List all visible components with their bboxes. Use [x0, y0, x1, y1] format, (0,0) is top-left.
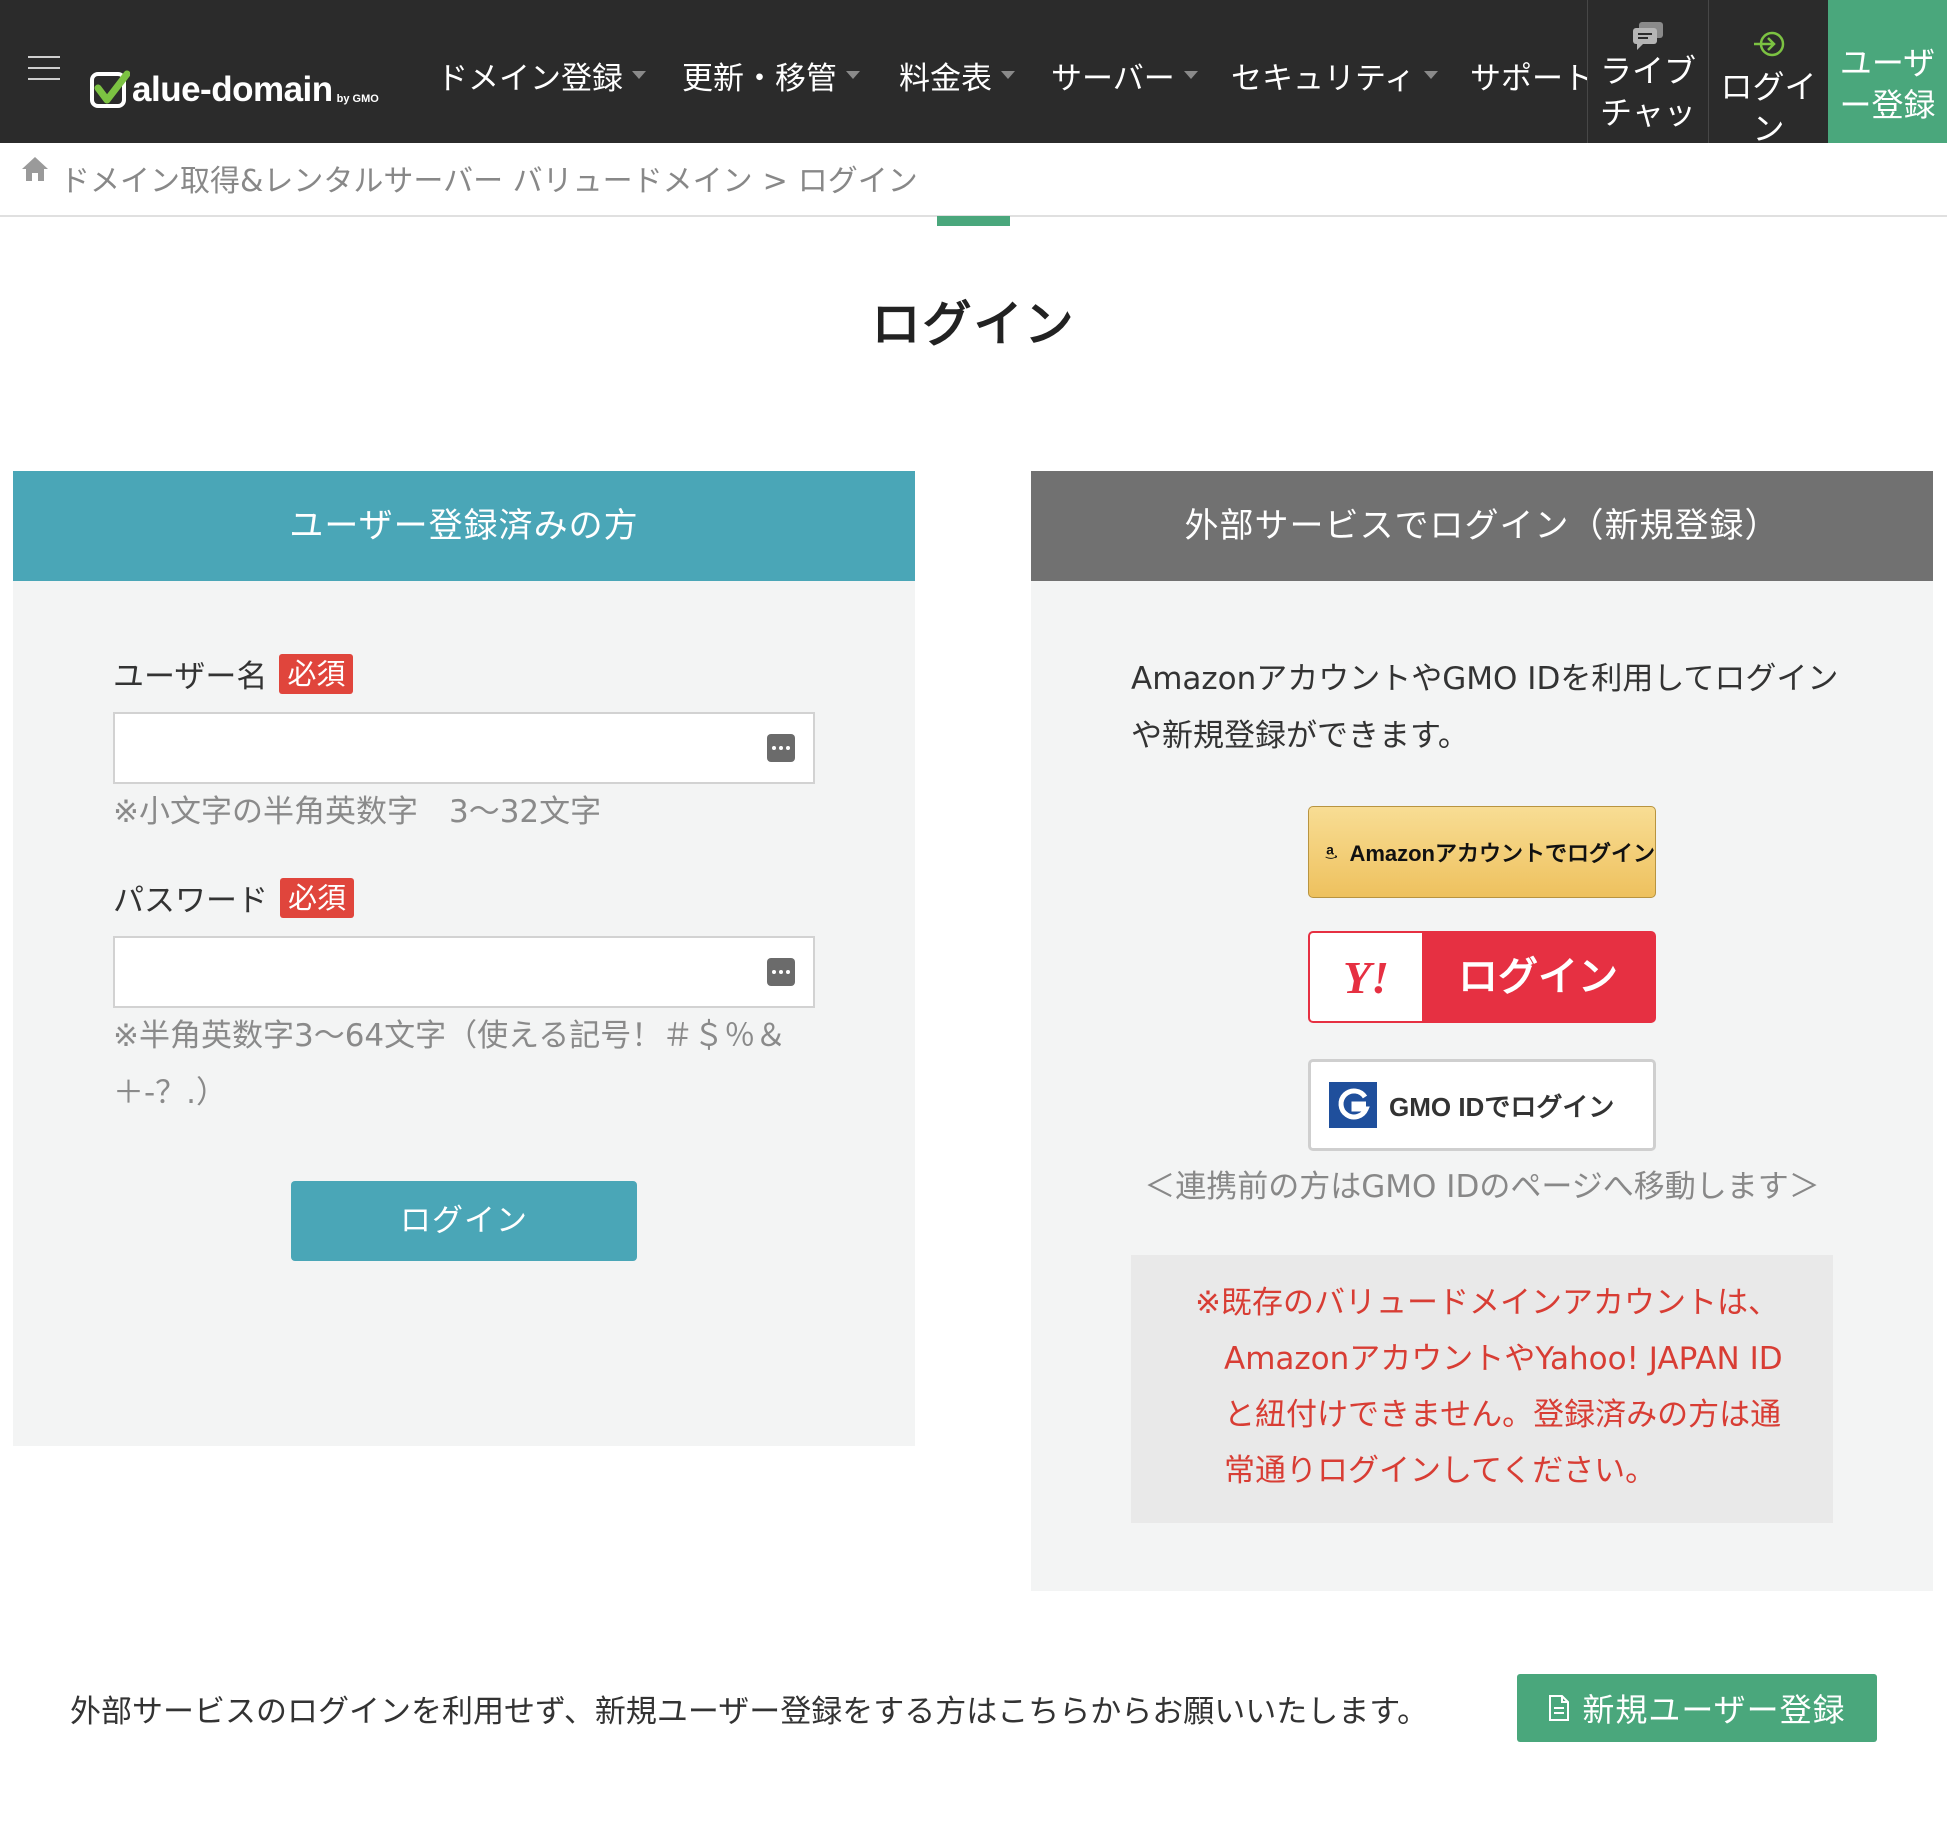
new-user-register-label: 新規ユーザー登録: [1582, 1691, 1846, 1729]
keychain-autofill-icon[interactable]: [767, 734, 795, 762]
amazon-login-label: Amazonアカウントでログイン: [1349, 841, 1655, 866]
amazon-logo-icon: a: [1325, 842, 1338, 859]
external-login-description: AmazonアカウントやGMO IDを利用してログインや新規登録ができます。: [1131, 661, 1839, 754]
registered-user-heading: ユーザー登録済みの方: [13, 471, 915, 581]
nav-label: 更新・移管: [682, 60, 837, 97]
password-hint: ※半角英数字3〜64文字（使える記号！＃＄％＆＋-？.）: [113, 1018, 787, 1111]
caret-down-icon: [632, 71, 646, 79]
login-arrow-icon: [1753, 31, 1784, 57]
live-chat-button[interactable]: ライブチャッ: [1587, 0, 1708, 143]
live-chat-label: ライブチャッ: [1599, 52, 1696, 132]
warning-text-body: AmazonアカウントやYahoo! JAPAN IDと紐付けできません。登録済…: [1224, 1341, 1783, 1489]
caret-down-icon: [846, 71, 860, 79]
breadcrumb-trail: ドメイン取得&レンタルサーバー バリュードメイン > ログイン: [60, 156, 918, 200]
caret-down-icon: [1001, 71, 1015, 79]
username-hint: ※小文字の半角英数字 3〜32文字: [113, 794, 602, 830]
nav-security[interactable]: セキュリティ: [1231, 50, 1439, 100]
gmo-id-login-button[interactable]: GMO IDでログイン: [1308, 1059, 1656, 1151]
warning-text-first-line: ※既存のバリュードメインアカウントは、: [1195, 1285, 1779, 1321]
nav-label: 料金表: [899, 60, 992, 97]
nav-support[interactable]: サポート: [1470, 50, 1587, 100]
breadcrumb-separator: >: [762, 164, 788, 199]
breadcrumb: ドメイン取得&レンタルサーバー バリュードメイン > ログイン: [0, 143, 1947, 217]
amazon-login-button[interactable]: a Amazonアカウントでログイン: [1308, 806, 1656, 898]
nav-renew-transfer[interactable]: 更新・移管: [682, 50, 860, 100]
yahoo-login-button[interactable]: Y! ログイン: [1308, 931, 1656, 1023]
gmo-id-redirect-note: ＜連携前の方はGMO IDのページへ移動します＞: [1144, 1169, 1820, 1205]
svg-text:a: a: [1326, 842, 1334, 857]
required-badge: 必須: [280, 877, 355, 918]
new-user-register-button[interactable]: 新規ユーザー登録: [1517, 1674, 1877, 1742]
password-label: パスワード: [113, 883, 268, 919]
home-icon[interactable]: [20, 155, 50, 183]
caret-down-icon: [1183, 71, 1198, 79]
yahoo-logo-icon: Y!: [1310, 933, 1422, 1021]
header-login-label: ログイン: [1720, 68, 1817, 143]
chat-bubble-icon: [1633, 22, 1663, 50]
breadcrumb-accent-bar: [937, 216, 1010, 226]
nav-label: ドメイン登録: [437, 60, 623, 97]
header-login-button[interactable]: ログイン: [1708, 0, 1828, 143]
top-navigation-bar: alue-domain by GMO ドメイン登録 更新・移管 料金表 サーバー…: [0, 0, 1947, 143]
nav-domain-register[interactable]: ドメイン登録: [437, 50, 646, 100]
login-submit-button[interactable]: ログイン: [291, 1181, 637, 1261]
keychain-autofill-icon[interactable]: [767, 958, 795, 986]
nav-label: セキュリティ: [1231, 60, 1416, 97]
logo-wordmark: alue-domain: [132, 70, 333, 109]
new-registration-prompt: 外部サービスのログインを利用せず、新規ユーザー登録をする方はこちらからお願いいた…: [70, 1694, 1429, 1730]
registered-user-panel: ユーザー登録済みの方 ユーザー名 必須 ※小文字の半角英数字 3〜32文字 パス…: [13, 471, 915, 1446]
username-label-row: ユーザー名 必須: [113, 651, 354, 696]
account-link-warning: ※既存のバリュードメインアカウントは、 AmazonアカウントやYahoo! J…: [1131, 1255, 1833, 1523]
username-input[interactable]: [115, 714, 813, 782]
value-domain-logo[interactable]: alue-domain by GMO: [90, 60, 379, 110]
nav-support-wrapper: サポート: [1470, 50, 1587, 100]
logo-by-gmo: by GMO: [336, 93, 379, 105]
nav-server[interactable]: サーバー: [1051, 50, 1198, 100]
yahoo-login-label: ログイン: [1458, 954, 1618, 1000]
nav-label: サーバー: [1051, 60, 1175, 97]
gmo-g-logo-icon: [1329, 1082, 1377, 1128]
page-title: ログイン: [871, 296, 1076, 353]
hamburger-menu-icon[interactable]: [28, 56, 60, 82]
nav-price-list[interactable]: 料金表: [899, 50, 1015, 100]
password-label-row: パスワード 必須: [113, 875, 355, 920]
password-field[interactable]: [113, 936, 815, 1008]
external-login-panel: 外部サービスでログイン（新規登録） AmazonアカウントやGMO IDを利用し…: [1031, 471, 1933, 1591]
username-field[interactable]: [113, 712, 815, 784]
logo-check-icon: [90, 70, 130, 108]
document-icon: [1549, 1695, 1570, 1721]
breadcrumb-home-link[interactable]: ドメイン取得&レンタルサーバー バリュードメイン: [60, 164, 753, 199]
header-user-register-label: ユーザー登録: [1839, 44, 1936, 124]
caret-down-icon: [1424, 71, 1439, 79]
username-label: ユーザー名: [113, 659, 268, 695]
gmo-id-login-label: GMO IDでログイン: [1389, 1091, 1615, 1122]
breadcrumb-current: ログイン: [797, 164, 918, 199]
external-login-heading: 外部サービスでログイン（新規登録）: [1031, 471, 1933, 581]
required-badge: 必須: [279, 653, 354, 694]
header-user-register-button[interactable]: ユーザー登録: [1828, 0, 1947, 143]
password-input[interactable]: [115, 938, 813, 1006]
nav-label: サポート: [1470, 60, 1587, 97]
